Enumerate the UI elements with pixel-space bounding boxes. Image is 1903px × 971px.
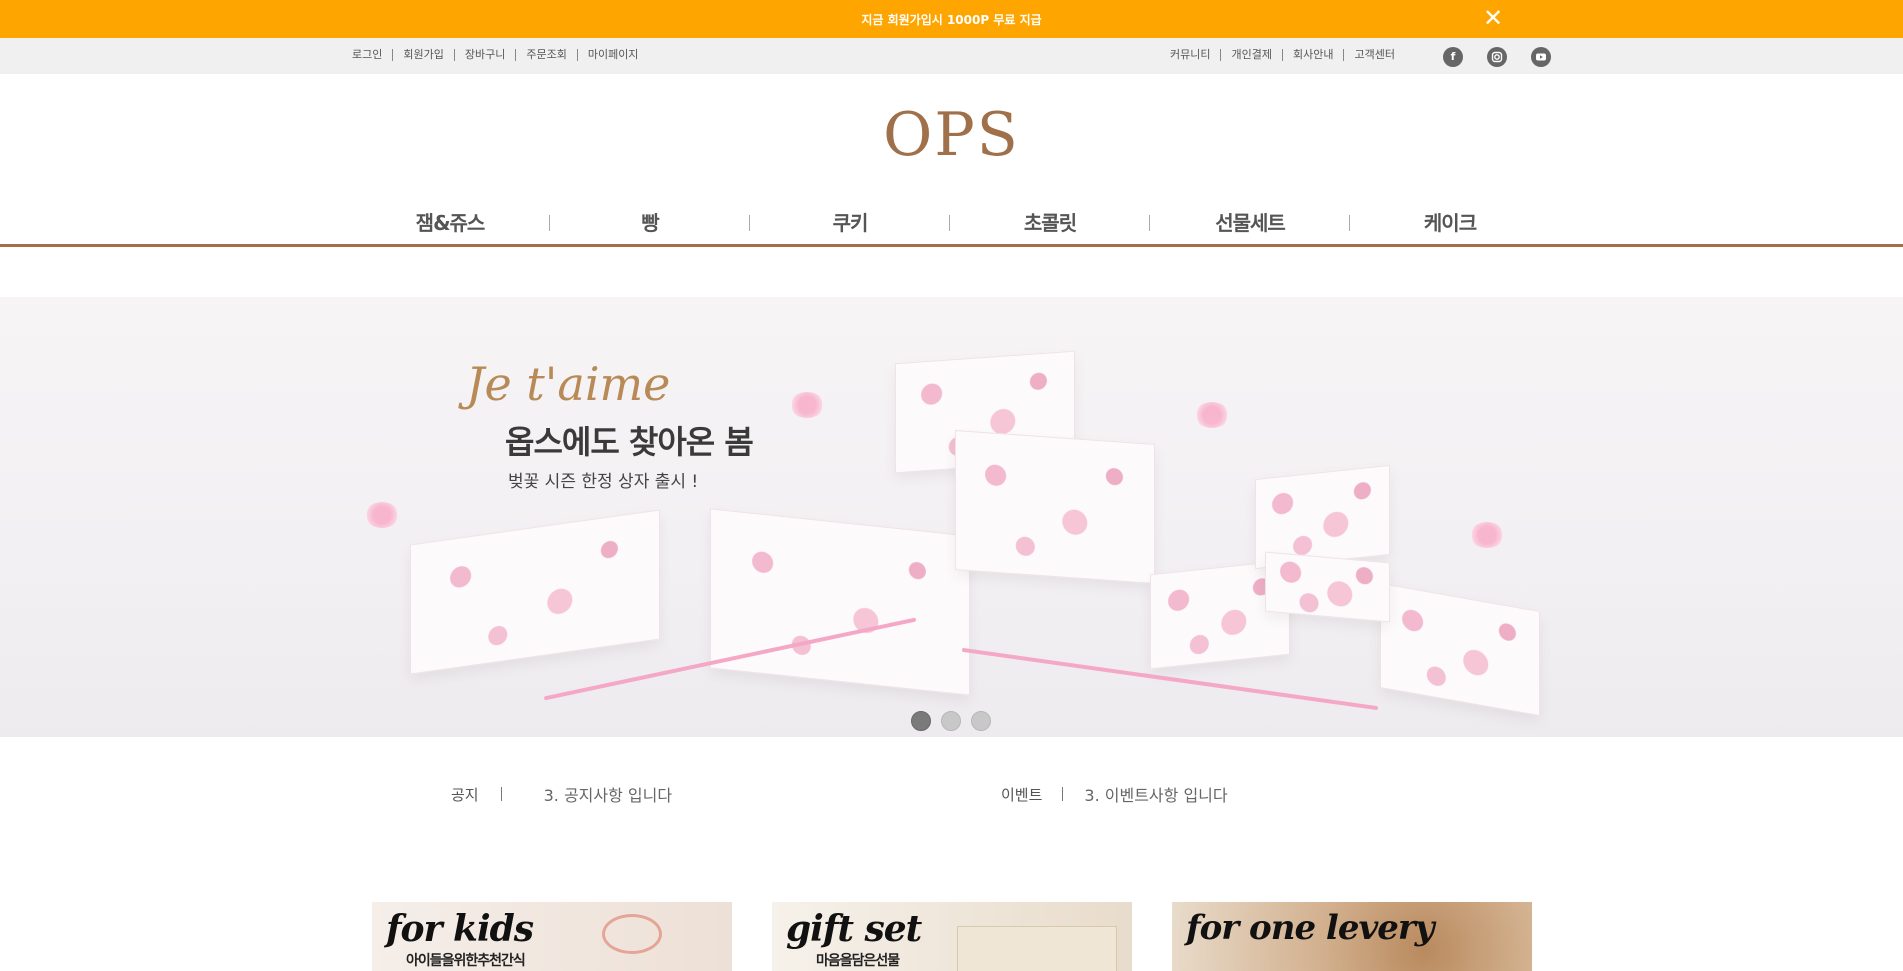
- site-logo[interactable]: OPS: [0, 100, 1903, 170]
- nav-item-jam-juice[interactable]: 잼&쥬스: [350, 205, 550, 241]
- order-lookup-link[interactable]: 주문조회: [516, 49, 578, 61]
- event-separator: [1062, 787, 1064, 801]
- notice-text[interactable]: 3. 공지사항 입니다: [544, 782, 672, 806]
- card-title: for kids: [386, 908, 534, 950]
- nav-item-label: 초콜릿: [1023, 211, 1077, 235]
- slide-indicators: [911, 711, 991, 731]
- petal-decoration: [1470, 522, 1504, 548]
- product-box-image: [710, 508, 970, 696]
- customer-center-link[interactable]: 고객센터: [1344, 49, 1404, 61]
- youtube-icon[interactable]: [1531, 47, 1551, 67]
- nav-item-cookie[interactable]: 쿠키: [750, 205, 950, 241]
- card-gift-set[interactable]: gift set 마음을담은선물: [772, 902, 1132, 971]
- hero-banner[interactable]: Je t'aime 옵스에도 찾아온 봄 벚꽃 시즌 한정 상자 출시 !: [0, 297, 1903, 737]
- nav-divider: [0, 244, 1903, 247]
- community-link[interactable]: 커뮤니티: [1170, 49, 1222, 61]
- product-box-image: [1380, 582, 1540, 717]
- promo-bar: 지금 회원가입시 1000P 무료 지급 ✕: [0, 0, 1903, 38]
- notice-separator: [500, 787, 502, 801]
- card-title: for one levery: [1186, 908, 1435, 948]
- hero-subtitle: 벚꽃 시즌 한정 상자 출시 !: [508, 472, 699, 492]
- nav-item-label: 잼&쥬스: [415, 211, 486, 235]
- event-label[interactable]: 이벤트: [1001, 784, 1042, 805]
- event-text[interactable]: 3. 이벤트사항 입니다: [1084, 782, 1227, 806]
- nav-item-bread[interactable]: 빵: [550, 205, 750, 241]
- instagram-icon[interactable]: [1487, 47, 1507, 67]
- slide-dot-1[interactable]: [911, 711, 931, 731]
- notice-label[interactable]: 공지: [451, 784, 479, 805]
- nav-item-cake[interactable]: 케이크: [1350, 205, 1550, 241]
- slide-dot-3[interactable]: [971, 711, 991, 731]
- company-info-link[interactable]: 회사안내: [1283, 49, 1345, 61]
- slide-dot-2[interactable]: [941, 711, 961, 731]
- utility-links-left: 로그인 회원가입 장바구니 주문조회 마이페이지: [352, 49, 648, 61]
- card-subtitle: 아이들을위한추천간식: [406, 953, 526, 969]
- nav-item-label: 케이크: [1423, 211, 1477, 235]
- card-image-decoration: [957, 926, 1117, 971]
- hero-title: 옵스에도 찾아온 봄: [505, 423, 754, 461]
- signup-link[interactable]: 회원가입: [393, 49, 455, 61]
- login-link[interactable]: 로그인: [352, 49, 394, 61]
- cart-link[interactable]: 장바구니: [455, 49, 517, 61]
- card-for-kids[interactable]: for kids 아이들을위한추천간식: [372, 902, 732, 971]
- card-title: gift set: [786, 908, 922, 950]
- product-box-image: [410, 509, 660, 675]
- close-icon[interactable]: ✕: [1482, 6, 1504, 30]
- mypage-link[interactable]: 마이페이지: [578, 49, 649, 61]
- facebook-icon[interactable]: f: [1443, 47, 1463, 67]
- petal-decoration: [365, 502, 399, 528]
- petal-decoration: [790, 392, 824, 418]
- petal-decoration: [1195, 402, 1229, 428]
- event-row: 이벤트 3. 이벤트사항 입니다: [1001, 782, 1228, 806]
- nav-item-label: 빵: [641, 211, 659, 235]
- main-nav: 잼&쥬스 빵 쿠키 초콜릿 선물세트 케이크: [350, 205, 1550, 241]
- nav-item-gift-set[interactable]: 선물세트: [1150, 205, 1350, 241]
- nav-item-label: 선물세트: [1215, 211, 1286, 235]
- hero-script-title: Je t'aime: [466, 357, 671, 411]
- product-box-image: [955, 430, 1155, 584]
- card-subtitle: 마음을담은선물: [816, 953, 900, 969]
- nav-item-chocolate[interactable]: 초콜릿: [950, 205, 1150, 241]
- promo-text: 지금 회원가입시 1000P 무료 지급: [861, 13, 1042, 27]
- nav-item-label: 쿠키: [832, 211, 869, 235]
- personal-payment-link[interactable]: 개인결제: [1221, 49, 1283, 61]
- utility-links-right: 커뮤니티 개인결제 회사안내 고객센터: [1170, 49, 1405, 61]
- product-box-image: [1265, 551, 1390, 623]
- card-for-one-delivery[interactable]: for one levery: [1172, 902, 1532, 971]
- notice-row: 공지 3. 공지사항 입니다: [451, 782, 672, 806]
- utility-bar: 로그인 회원가입 장바구니 주문조회 마이페이지 커뮤니티 개인결제 회사안내 …: [0, 38, 1903, 74]
- card-image-decoration: [602, 914, 662, 954]
